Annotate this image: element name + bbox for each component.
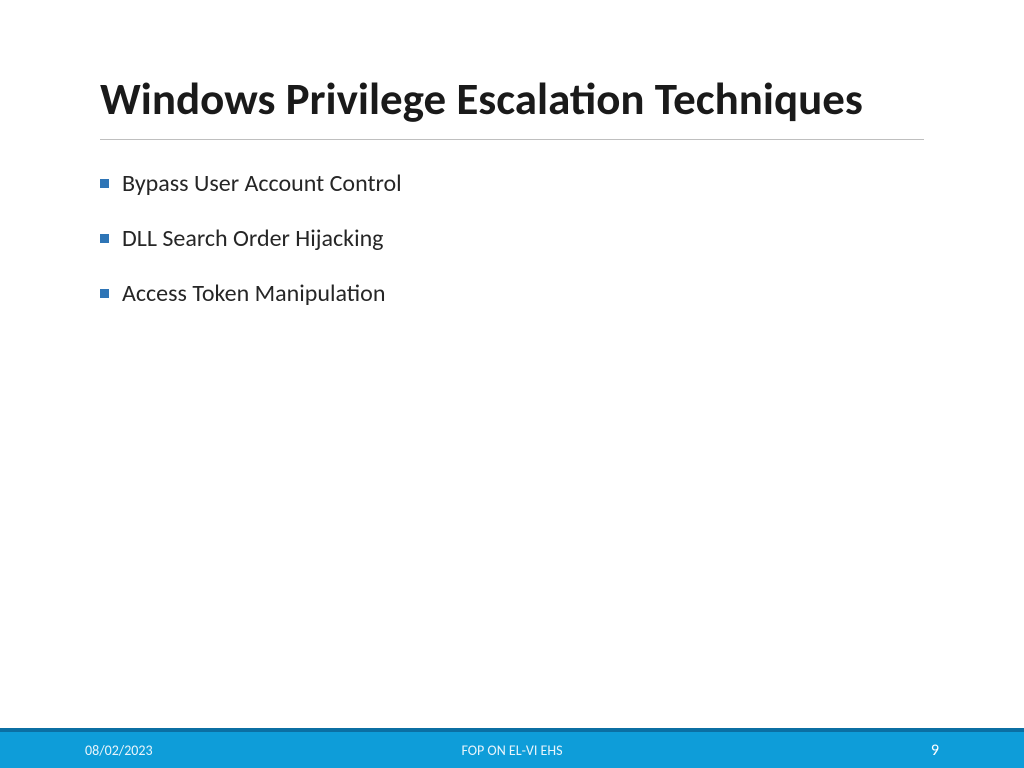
footer-center-text: FOP ON EL-VI EHS xyxy=(461,742,562,759)
list-item: Bypass User Account Control xyxy=(100,168,924,199)
slide-content: Windows Privilege Escalation Techniques … xyxy=(0,0,1024,309)
list-item: DLL Search Order Hijacking xyxy=(100,223,924,254)
footer-bar: 08/02/2023 FOP ON EL-VI EHS 9 xyxy=(0,728,1024,768)
bullet-list: Bypass User Account Control DLL Search O… xyxy=(100,168,924,310)
list-item: Access Token Manipulation xyxy=(100,278,924,309)
slide-title: Windows Privilege Escalation Techniques xyxy=(100,75,924,140)
footer-page-number: 9 xyxy=(931,741,939,760)
footer-date: 08/02/2023 xyxy=(85,742,153,759)
